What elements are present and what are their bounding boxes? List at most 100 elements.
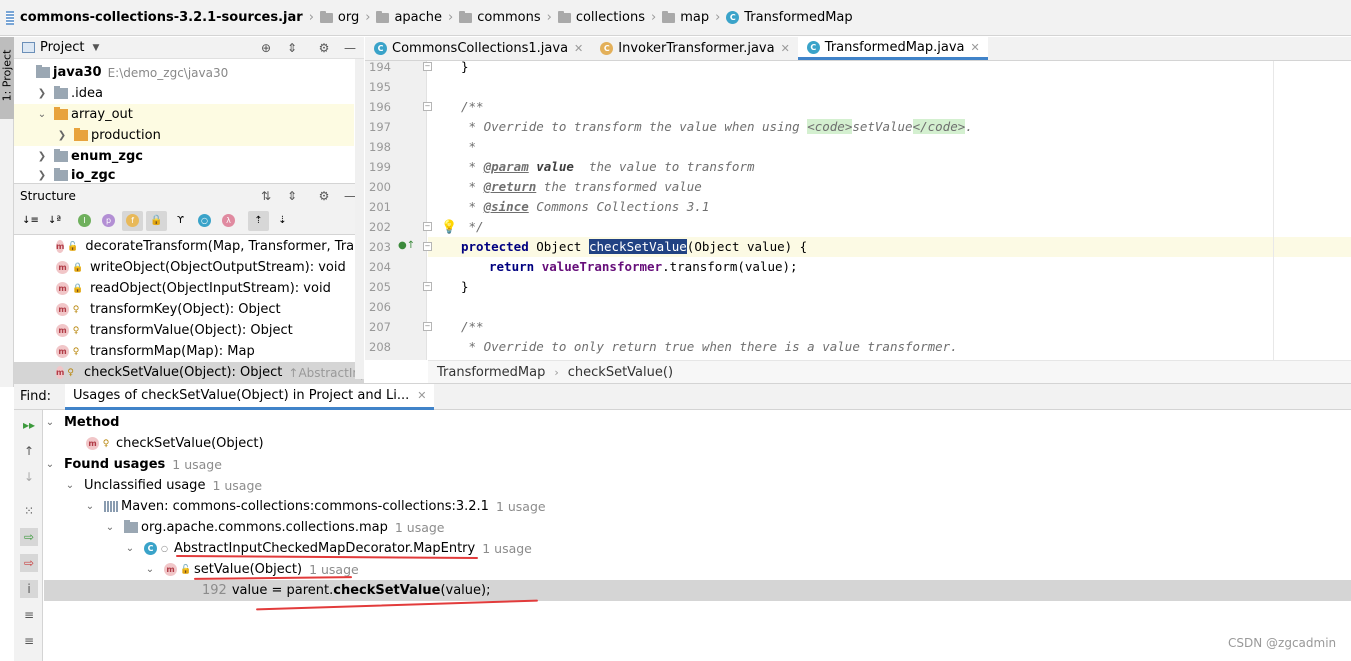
intention-bulb-icon[interactable]: 💡 (441, 220, 457, 235)
overriding-method-icon[interactable]: ●↑ (398, 240, 415, 251)
info-icon[interactable]: i (20, 580, 38, 598)
expand-all-icon[interactable]: ≡ (20, 606, 38, 624)
tree-item-io-zgc[interactable]: ❯ io_zgc (14, 167, 354, 183)
close-icon[interactable]: ✕ (781, 42, 790, 55)
show-fields-icon[interactable]: f (122, 210, 143, 231)
chevron-right-icon[interactable]: ❯ (56, 130, 68, 141)
panel-scrollbar[interactable] (355, 59, 364, 379)
locate-icon[interactable]: ⊕ (257, 39, 275, 57)
code-line: * Override to only return true when ther… (461, 339, 958, 354)
tab-invoker-transformer[interactable]: C InvokerTransformer.java ✕ (591, 37, 798, 60)
folder-icon (54, 86, 68, 99)
watermark: CSDN @zgcadmin (1228, 636, 1337, 650)
gear-icon[interactable]: ⚙ (315, 187, 333, 205)
previous-occurrence-icon[interactable]: ↑ (20, 442, 38, 460)
find-tab-usages[interactable]: Usages of checkSetValue(Object) in Proje… (65, 383, 435, 410)
package-row[interactable]: ⌄ org.apache.commons.collections.map 1 usa… (104, 517, 445, 538)
chevron-right-icon[interactable]: ❯ (36, 151, 48, 162)
line-number: 205 (369, 280, 391, 294)
show-anonymous-icon[interactable]: ○ (194, 211, 215, 231)
chevron-down-icon[interactable]: ⌄ (144, 564, 156, 575)
project-view-selector[interactable]: Project (40, 40, 84, 55)
crumb-method[interactable]: checkSetValue() (568, 365, 673, 380)
chevron-down-icon[interactable]: ▼ (92, 43, 99, 53)
method-header-row[interactable]: ⌄ Method (44, 412, 120, 433)
crumb-class[interactable]: TransformedMap (437, 365, 545, 380)
fold-marker[interactable]: − (423, 222, 432, 231)
find-label: Find: (20, 389, 52, 404)
close-icon[interactable]: ✕ (574, 42, 583, 55)
close-icon[interactable]: ✕ (971, 41, 980, 54)
crumb-org[interactable]: org › (319, 10, 377, 25)
chevron-down-icon[interactable]: ⌄ (44, 417, 56, 428)
autoscroll-to-source-icon[interactable]: ⇡ (248, 210, 269, 231)
close-icon[interactable]: ✕ (417, 389, 426, 402)
chevron-down-icon[interactable]: ⌄ (44, 459, 56, 470)
usage-line-row[interactable]: 192 value = parent. checkSetValue (value); (202, 580, 490, 601)
tab-commons-collections1[interactable]: C CommonsCollections1.java ✕ (365, 37, 591, 60)
protected-icon: ♀ (102, 438, 110, 449)
sort-alphabetically-icon[interactable]: ↓ª (44, 211, 65, 231)
chevron-down-icon[interactable]: ⌄ (36, 109, 48, 120)
collapse-all-icon[interactable]: ⇕ (283, 39, 301, 57)
fold-marker[interactable]: − (423, 102, 432, 111)
selected-method-name[interactable]: checkSetValue (588, 239, 687, 254)
public-icon: 🔓 (67, 241, 79, 252)
crumb-apache[interactable]: apache › (376, 10, 459, 25)
show-properties-icon[interactable]: p (98, 211, 119, 231)
chevron-right-icon[interactable]: ❯ (36, 88, 48, 99)
method-icon: m (86, 437, 99, 450)
chevron-down-icon[interactable]: ⌄ (84, 501, 96, 512)
unclassified-usage-row[interactable]: ⌄ Unclassified usage 1 usage (64, 475, 262, 496)
show-inherited-icon[interactable]: I (74, 211, 95, 231)
structure-item-selected[interactable]: m ♀ checkSetValue(Object): Object ↑Abstra… (14, 362, 364, 383)
lambda-icon[interactable]: λ (218, 211, 239, 231)
autoscroll-from-source-icon[interactable]: ⇣ (272, 211, 293, 231)
tree-item-enum-zgc[interactable]: ❯ enum_zgc (14, 146, 354, 167)
fold-marker[interactable]: − (423, 242, 432, 251)
group-by-icon[interactable]: ⁙ (20, 502, 38, 520)
sort-by-visibility-icon[interactable]: ↓≡ (20, 211, 41, 231)
show-read-access-icon[interactable]: ⇨ (20, 528, 38, 546)
tree-item-array-out[interactable]: ⌄ array_out (14, 104, 354, 125)
gear-icon[interactable]: ⚙ (315, 39, 333, 57)
chevron-down-icon[interactable]: ⌄ (104, 522, 116, 533)
method-item-row[interactable]: m ♀ checkSetValue(Object) (86, 433, 264, 454)
structure-item[interactable]: m 🔓 decorateTransform(Map, Transformer, T… (56, 236, 364, 257)
tab-transformed-map[interactable]: C TransformedMap.java ✕ (797, 37, 988, 60)
code-line: */ (461, 219, 484, 234)
chevron-down-icon[interactable]: ⌄ (64, 480, 76, 491)
tree-item-production[interactable]: ❯ production (14, 125, 354, 146)
show-lambdas-icon[interactable]: ϒ (170, 211, 191, 231)
fold-marker[interactable]: − (423, 282, 432, 291)
collapse-all-icon[interactable]: ≡ (20, 632, 38, 650)
next-occurrence-icon[interactable]: ↓ (20, 468, 38, 486)
crumb-jar[interactable]: commons-collections-3.2.1-sources.jar › (6, 10, 320, 25)
structure-item[interactable]: m ♀ transformMap(Map): Map (56, 341, 364, 362)
rerun-icon[interactable]: ▸▸ (20, 416, 38, 434)
expand-all-icon[interactable]: ⇅ (257, 187, 275, 205)
show-write-access-icon[interactable]: ⇨ (20, 554, 38, 572)
chevron-down-icon[interactable]: ⌄ (124, 543, 136, 554)
found-usages-row[interactable]: ⌄ Found usages 1 usage (44, 454, 222, 475)
crumb-collections[interactable]: collections › (557, 10, 662, 25)
structure-item[interactable]: m ♀ transformValue(Object): Object (56, 320, 364, 341)
structure-item[interactable]: m ♀ transformKey(Object): Object (56, 299, 364, 320)
crumb-map[interactable]: map › (662, 10, 726, 25)
line-number: 201 (369, 200, 391, 214)
collapse-all-icon[interactable]: ⇕ (283, 187, 301, 205)
chevron-right-icon[interactable]: ❯ (36, 170, 48, 181)
method-icon: m (56, 324, 69, 337)
fold-marker[interactable]: − (423, 62, 432, 71)
show-non-public-icon[interactable]: 🔒 (146, 210, 167, 231)
crumb-class[interactable]: C TransformedMap (726, 10, 853, 25)
maven-library-row[interactable]: ⌄ Maven: commons-collections:commons-coll… (84, 496, 546, 517)
minimize-icon[interactable]: — (341, 39, 359, 57)
tree-item-java30[interactable]: java30 E:\demo_zgc\java30 (14, 62, 354, 83)
tree-item-idea[interactable]: ❯ .idea (14, 83, 354, 104)
structure-item[interactable]: m 🔒 writeObject(ObjectOutputStream): void (56, 257, 364, 278)
fold-marker[interactable]: − (423, 322, 432, 331)
project-tool-window-tab[interactable]: 1: Project (0, 37, 14, 119)
structure-item[interactable]: m 🔒 readObject(ObjectInputStream): void (56, 278, 364, 299)
crumb-commons[interactable]: commons › (459, 10, 558, 25)
